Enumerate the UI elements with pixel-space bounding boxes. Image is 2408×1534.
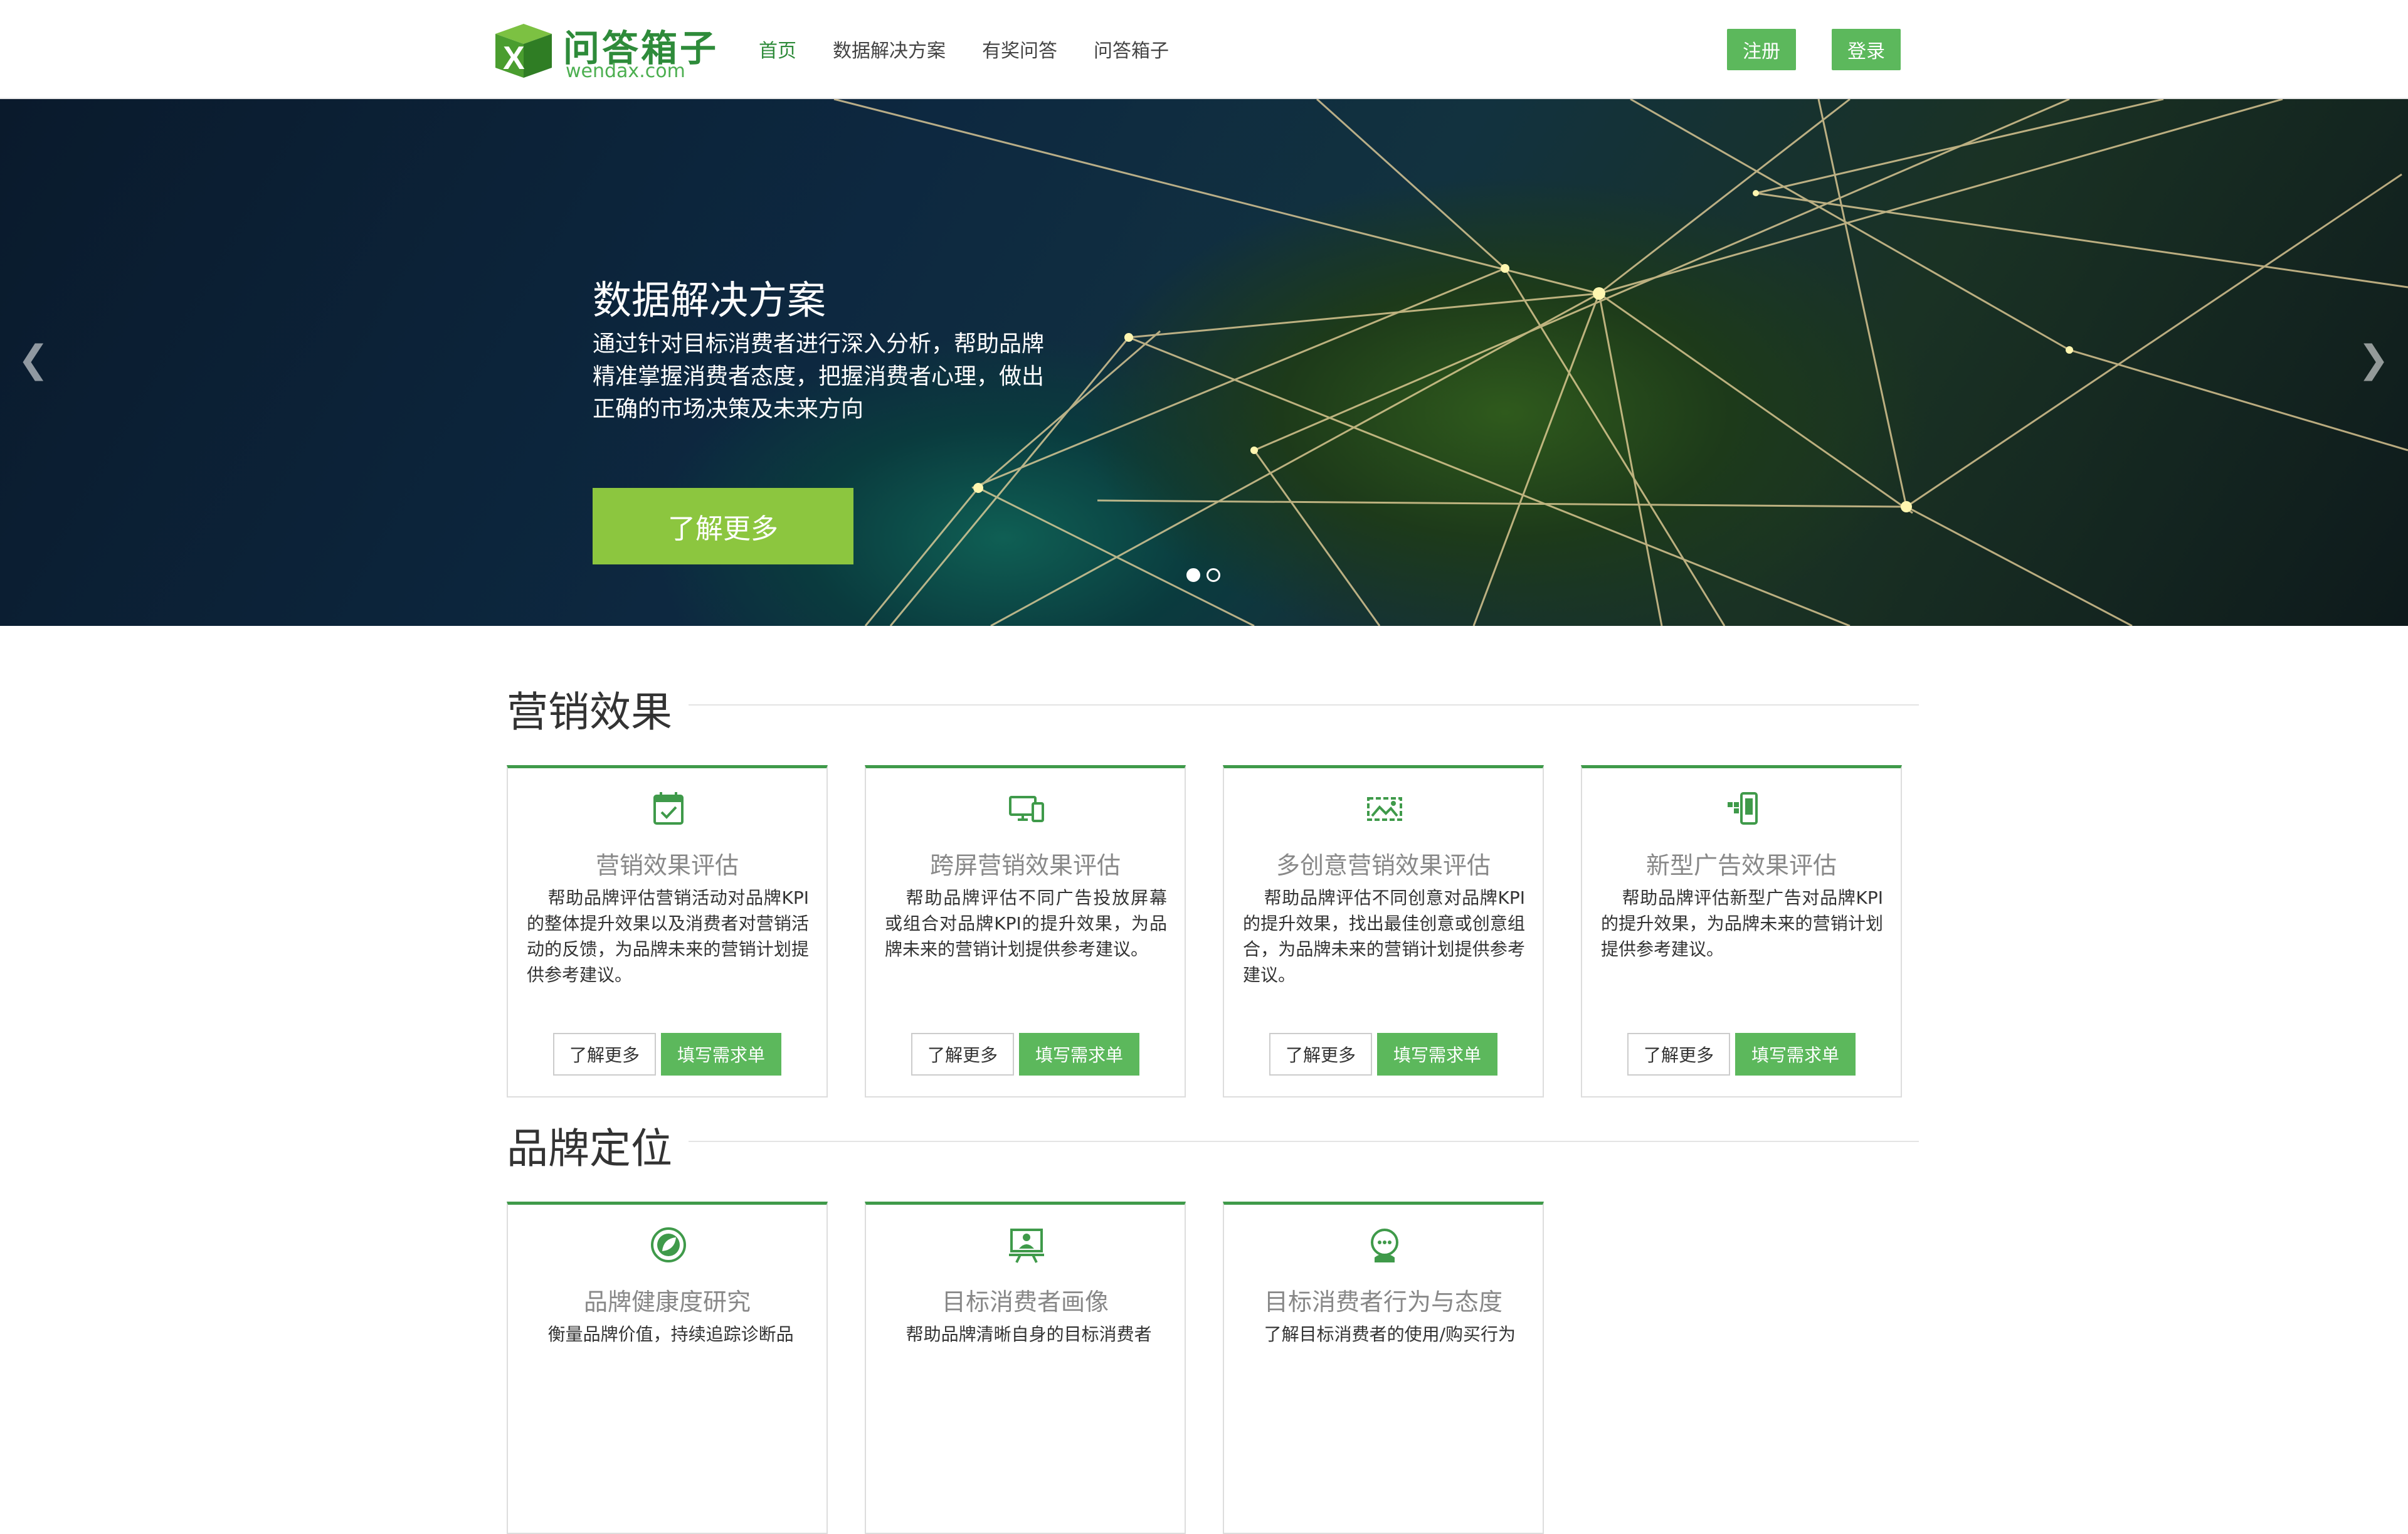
logo-box-icon: X [495, 24, 552, 78]
service-card: 品牌健康度研究 衡量品牌价值，持续追踪诊断品 [507, 1202, 828, 1534]
learn-more-button[interactable]: 了解更多 [911, 1033, 1014, 1076]
logo-domain: wendax.com [566, 60, 685, 82]
chevron-right-icon: ❯ [2358, 337, 2390, 381]
fill-request-button[interactable]: 填写需求单 [1735, 1033, 1856, 1076]
svg-text:X: X [503, 40, 525, 77]
learn-more-button[interactable]: 了解更多 [1269, 1033, 1372, 1076]
fill-request-button[interactable]: 填写需求单 [1377, 1033, 1497, 1076]
leaf-icon [651, 1227, 686, 1262]
card-title: 多创意营销效果评估 [1275, 852, 1491, 879]
nav-item-home[interactable]: 首页 [759, 35, 796, 63]
hero-learn-more-button[interactable]: 了解更多 [593, 488, 853, 564]
card-actions: 了解更多 填写需求单 [1224, 1033, 1543, 1076]
hero-carousel: ❮ ❯ 数据解决方案 通过针对目标消费者进行深入分析，帮助品牌精准掌握消费者态度… [0, 99, 2408, 626]
site-logo[interactable]: X 问答箱子 wendax.com [489, 16, 716, 83]
chevron-left-icon: ❮ [18, 337, 50, 381]
calendar-check-icon [653, 792, 684, 825]
service-card: 目标消费者画像 帮助品牌清晰自身的目标消费者 [865, 1202, 1186, 1534]
fill-request-button[interactable]: 填写需求单 [661, 1033, 781, 1076]
section-divider [689, 704, 1919, 706]
service-card: 跨屏营销效果评估 帮助品牌评估不同广告投放屏幕或组合对品牌KPI的提升效果，为品… [865, 765, 1186, 1098]
carousel-prev-button[interactable]: ❮ [18, 337, 49, 381]
register-button[interactable]: 注册 [1727, 29, 1796, 70]
learn-more-button[interactable]: 了解更多 [1627, 1033, 1730, 1076]
card-description: 帮助品牌评估营销活动对品牌KPI的整体提升效果以及消费者对营销活动的反馈，为品牌… [527, 887, 809, 985]
card-title: 营销效果评估 [595, 852, 739, 879]
carousel-dot-1[interactable] [1186, 568, 1200, 582]
service-card: 目标消费者行为与态度 了解目标消费者的使用/购买行为 [1223, 1202, 1544, 1534]
nav-item-qa-box[interactable]: 问答箱子 [1094, 35, 1169, 63]
card-description: 帮助品牌评估不同广告投放屏幕或组合对品牌KPI的提升效果，为品牌未来的营销计划提… [885, 887, 1167, 960]
carousel-dot-2[interactable] [1207, 568, 1220, 582]
section-divider [689, 1141, 1919, 1142]
card-title: 跨屏营销效果评估 [929, 852, 1121, 879]
creative-ads-icon [1367, 797, 1402, 821]
main-nav: 首页 数据解决方案 有奖问答 问答箱子 [759, 35, 1169, 63]
devices-icon [1009, 796, 1044, 822]
card-title: 品牌健康度研究 [583, 1288, 751, 1316]
presentation-icon [1009, 1229, 1044, 1263]
card-description: 帮助品牌评估新型广告对品牌KPI的提升效果，为品牌未来的营销计划提供参考建议。 [1601, 887, 1883, 960]
card-actions: 了解更多 填写需求单 [508, 1033, 826, 1076]
card-title: 目标消费者行为与态度 [1264, 1288, 1502, 1316]
hero-description: 通过针对目标消费者进行深入分析，帮助品牌精准掌握消费者态度，把握消费者心理，做出… [593, 331, 1045, 422]
section-title-brand-positioning: 品牌定位 [507, 1124, 672, 1173]
site-header: X 问答箱子 wendax.com 首页 数据解决方案 有奖问答 问答箱子 注册… [0, 0, 2408, 99]
network-lines-graphic [833, 99, 2408, 626]
login-button[interactable]: 登录 [1832, 29, 1901, 70]
section-title-marketing: 营销效果 [507, 688, 672, 736]
consumer-chat-icon [1371, 1229, 1398, 1262]
learn-more-button[interactable]: 了解更多 [553, 1033, 656, 1076]
fill-request-button[interactable]: 填写需求单 [1019, 1033, 1139, 1076]
card-title: 目标消费者画像 [941, 1288, 1109, 1316]
card-title: 新型广告效果评估 [1645, 852, 1837, 879]
card-actions: 了解更多 填写需求单 [1582, 1033, 1901, 1076]
card-actions: 了解更多 填写需求单 [866, 1033, 1185, 1076]
service-card: 营销效果评估 帮助品牌评估营销活动对品牌KPI的整体提升效果以及消费者对营销活动… [507, 765, 828, 1098]
mobile-ad-icon [1728, 792, 1758, 825]
card-description: 衡量品牌价值，持续追踪诊断品 [547, 1324, 794, 1345]
card-description: 帮助品牌清晰自身的目标消费者 [906, 1324, 1152, 1345]
nav-item-prize-qa[interactable]: 有奖问答 [982, 35, 1057, 63]
carousel-next-button[interactable]: ❯ [2358, 337, 2389, 381]
service-card: 多创意营销效果评估 帮助品牌评估不同创意对品牌KPI的提升效果，找出最佳创意或创… [1223, 765, 1544, 1098]
service-card: 新型广告效果评估 帮助品牌评估新型广告对品牌KPI的提升效果，为品牌未来的营销计… [1581, 765, 1902, 1098]
hero-title: 数据解决方案 [593, 277, 826, 323]
card-description: 帮助品牌评估不同创意对品牌KPI的提升效果，找出最佳创意或创意组合，为品牌未来的… [1243, 887, 1525, 985]
carousel-indicators [1186, 568, 1220, 582]
card-description: 了解目标消费者的使用/购买行为 [1264, 1324, 1516, 1345]
nav-item-data-solutions[interactable]: 数据解决方案 [833, 35, 946, 63]
